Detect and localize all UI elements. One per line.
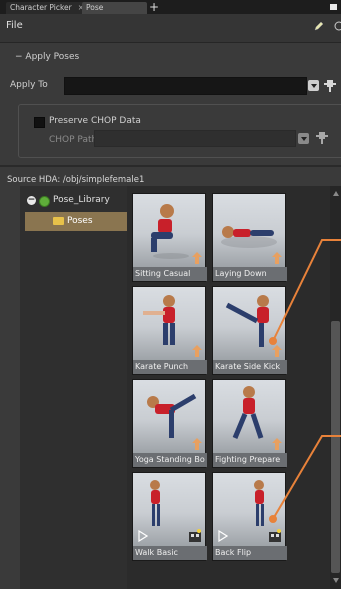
- pose-name: Fighting Prepare: [213, 453, 287, 467]
- play-icon[interactable]: [218, 530, 228, 542]
- tree-item-label: Poses: [67, 216, 93, 226]
- tab-pose-library[interactable]: Pose Library×: [82, 2, 147, 24]
- scroll-down-icon[interactable]: [333, 578, 339, 583]
- menu-bar: File: [0, 14, 341, 43]
- tree-item-label: Pose_Library: [53, 195, 110, 205]
- pose-name: Sitting Casual: [133, 267, 207, 281]
- tree-item-poses[interactable]: Poses: [25, 212, 127, 231]
- preserve-chop-checkbox[interactable]: [34, 117, 45, 128]
- film-icon: [269, 529, 281, 542]
- library-icon: [39, 196, 50, 207]
- chop-path-field[interactable]: [94, 130, 296, 147]
- chop-path-label: CHOP Path: [49, 135, 98, 145]
- play-icon[interactable]: [138, 530, 148, 542]
- pencil-icon[interactable]: [313, 20, 325, 32]
- arrow-icon: [272, 345, 282, 357]
- file-menu[interactable]: File: [6, 20, 23, 31]
- preserve-chop-label: Preserve CHOP Data: [49, 116, 141, 126]
- section-divider: [0, 165, 341, 167]
- pose-tile[interactable]: Back Flip: [212, 472, 287, 561]
- pane-menu-icon[interactable]: [330, 4, 337, 10]
- library-tree: [20, 186, 127, 589]
- pose-tile[interactable]: Walk Basic: [132, 472, 207, 561]
- collapse-icon: −: [15, 52, 26, 62]
- chop-path-dropdown-button[interactable]: [298, 133, 309, 144]
- folder-icon: [53, 217, 64, 225]
- pose-tile[interactable]: Sitting Casual: [132, 193, 207, 282]
- pose-name: Walk Basic: [133, 546, 207, 560]
- pose-name: Back Flip: [213, 546, 287, 560]
- source-hda-label: Source HDA: /obj/simplefemale1: [7, 175, 145, 185]
- tab-bar: Character Picker× Pose Library× +: [0, 0, 341, 24]
- pose-tile[interactable]: Karate Side Kick: [212, 286, 287, 375]
- pose-tile[interactable]: Laying Down: [212, 193, 287, 282]
- arrow-icon: [192, 345, 202, 357]
- scroll-up-icon[interactable]: [333, 191, 339, 196]
- apply-to-label: Apply To: [10, 80, 48, 90]
- apply-to-field[interactable]: [64, 77, 307, 95]
- chop-chooser-icon[interactable]: [316, 131, 328, 145]
- pose-name: Yoga Standing Bo: [133, 453, 207, 467]
- collapse-icon[interactable]: −: [27, 196, 36, 205]
- arrow-icon: [272, 252, 282, 264]
- arrow-icon: [192, 252, 202, 264]
- pose-name: Karate Punch: [133, 360, 207, 374]
- pose-name: Karate Side Kick: [213, 360, 287, 374]
- pose-tile[interactable]: Fighting Prepare: [212, 379, 287, 468]
- apply-to-dropdown-button[interactable]: [308, 80, 319, 91]
- node-chooser-icon[interactable]: [324, 79, 336, 93]
- arrow-icon: [272, 438, 282, 450]
- pose-tile[interactable]: Yoga Standing Bo: [132, 379, 207, 468]
- apply-poses-section-header[interactable]: − Apply Poses: [15, 52, 79, 62]
- add-tab-icon[interactable]: +: [149, 0, 159, 14]
- scrollbar-thumb[interactable]: [331, 321, 340, 573]
- section-title: Apply Poses: [25, 52, 80, 62]
- arrow-icon: [192, 438, 202, 450]
- pose-name: Laying Down: [213, 267, 287, 281]
- film-icon: [189, 529, 201, 542]
- pose-tile[interactable]: Karate Punch: [132, 286, 207, 375]
- target-icon[interactable]: [333, 20, 341, 32]
- tab-label: Character Picker: [10, 3, 72, 12]
